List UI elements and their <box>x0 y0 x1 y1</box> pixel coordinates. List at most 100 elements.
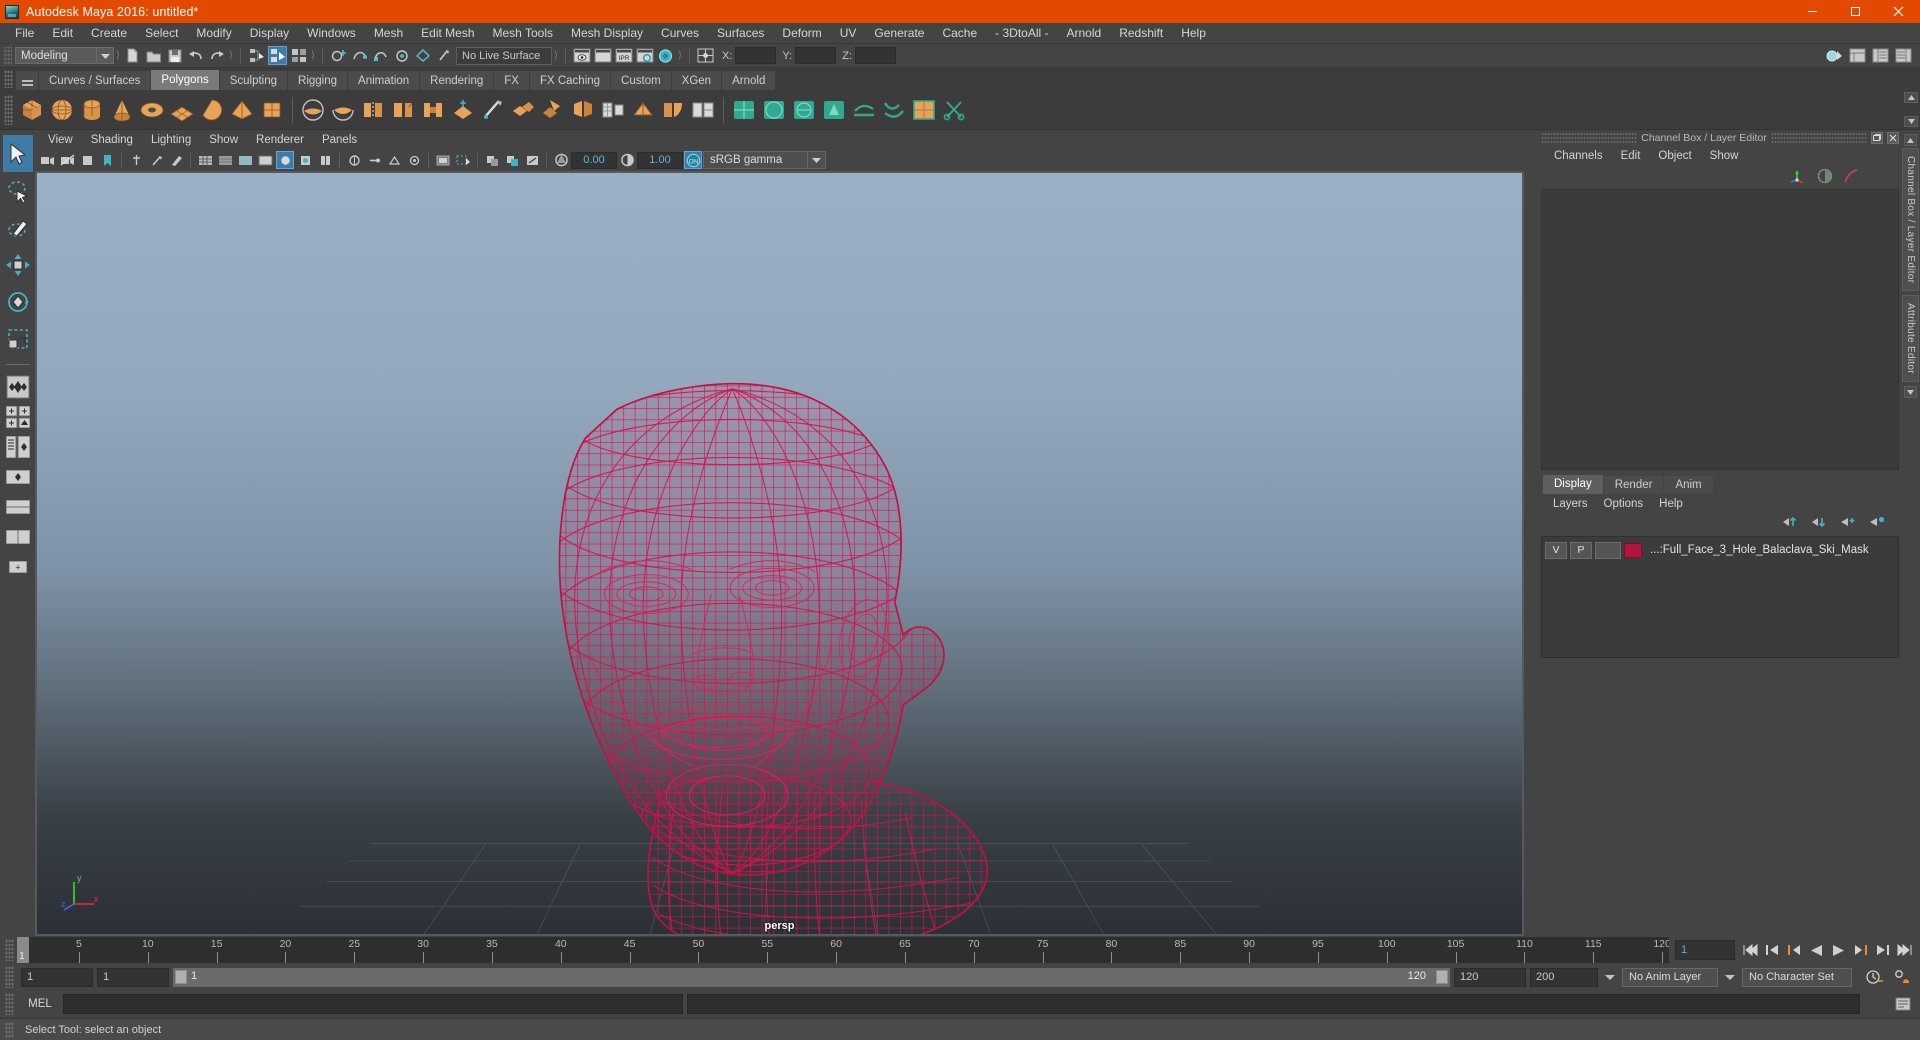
uv-layout-icon[interactable] <box>879 94 909 126</box>
poly-pyramid-icon[interactable] <box>227 94 257 126</box>
show-modeling-toolkit-icon[interactable] <box>1825 46 1844 65</box>
poly-append-icon[interactable] <box>448 94 478 126</box>
shelf-tab-arnold[interactable]: Arnold <box>722 71 775 90</box>
color-management-select[interactable]: sRGB gamma <box>703 151 808 169</box>
select-camera-icon[interactable] <box>38 151 56 169</box>
command-line-grip[interactable] <box>5 993 14 1015</box>
3d-viewport[interactable]: y x z persp <box>35 171 1524 936</box>
menu-help[interactable]: Help <box>1172 24 1215 43</box>
tab-display-layers[interactable]: Display <box>1543 475 1603 494</box>
poly-mirror-icon[interactable] <box>568 94 598 126</box>
tab-render-layers[interactable]: Render <box>1604 476 1664 494</box>
poly-torus-icon[interactable] <box>137 94 167 126</box>
panel-close-icon[interactable] <box>1887 132 1899 144</box>
snap-to-projected-center-icon[interactable] <box>392 46 411 65</box>
poly-cube-icon[interactable] <box>17 94 47 126</box>
gamma-icon[interactable] <box>618 151 636 169</box>
character-set-select[interactable]: No Character Set <box>1742 968 1852 987</box>
shelf-tab-fx[interactable]: FX <box>494 71 529 90</box>
layer-options-menu[interactable]: Options <box>1596 497 1652 511</box>
layout-hypergraph-icon[interactable] <box>3 492 33 522</box>
layout-outliner-persp-icon[interactable] <box>3 432 33 462</box>
layers-menu[interactable]: Layers <box>1545 497 1596 511</box>
range-start-input[interactable]: 1 <box>97 968 169 987</box>
redo-icon[interactable] <box>207 46 226 65</box>
layout-more-icon[interactable]: + <box>3 552 33 582</box>
range-bar-left-handle[interactable] <box>175 970 187 984</box>
layout-persp-only-icon[interactable] <box>3 462 33 492</box>
dock-tab-channel-box[interactable]: Channel Box / Layer Editor <box>1902 148 1919 291</box>
character-set-chevron-down-icon[interactable] <box>1722 968 1738 987</box>
gamma-reset-icon[interactable] <box>503 151 521 169</box>
menu-mesh-display[interactable]: Mesh Display <box>562 24 652 43</box>
play-backwards-icon[interactable] <box>1807 940 1826 960</box>
select-tool-icon[interactable] <box>3 135 33 172</box>
layer-help-menu[interactable]: Help <box>1651 497 1691 511</box>
menu-cache[interactable]: Cache <box>933 24 986 43</box>
multisample-aa-icon[interactable] <box>385 151 403 169</box>
maximize-button[interactable] <box>1834 0 1877 23</box>
move-layer-up-icon[interactable] <box>1782 515 1798 533</box>
menu-curves[interactable]: Curves <box>652 24 708 43</box>
use-default-lighting-icon[interactable] <box>276 151 294 169</box>
shelf-tab-rigging[interactable]: Rigging <box>288 71 347 90</box>
layout-four-view-icon[interactable] <box>3 402 33 432</box>
dock-scroll-up-icon[interactable] <box>1904 134 1917 146</box>
menu-generate[interactable]: Generate <box>865 24 933 43</box>
close-button[interactable] <box>1877 0 1920 23</box>
menu-mesh-tools[interactable]: Mesh Tools <box>484 24 562 43</box>
range-end-input[interactable]: 120 <box>1454 968 1526 987</box>
make-live-icon[interactable] <box>434 46 453 65</box>
grey-sphere-icon[interactable] <box>1817 168 1833 189</box>
menu-redshift[interactable]: Redshift <box>1110 24 1172 43</box>
channel-edit-menu[interactable]: Edit <box>1612 149 1650 163</box>
go-to-start-icon[interactable] <box>1741 940 1760 960</box>
snap-to-curve-icon[interactable] <box>350 46 369 65</box>
range-slider-grip[interactable] <box>5 966 14 988</box>
uv-planar-icon[interactable] <box>729 94 759 126</box>
minimize-button[interactable] <box>1791 0 1834 23</box>
snap-to-view-plane-icon[interactable] <box>413 46 432 65</box>
layout-graph-editor-icon[interactable] <box>3 522 33 552</box>
two-d-pan-zoom-icon[interactable] <box>147 151 165 169</box>
menu-select[interactable]: Select <box>136 24 187 43</box>
poly-sphere-icon[interactable] <box>47 94 77 126</box>
hypershade-icon[interactable] <box>656 46 675 65</box>
shelf-scroll-up-icon[interactable] <box>1904 92 1918 103</box>
command-language-label[interactable]: MEL <box>21 998 59 1010</box>
uv-automatic-icon[interactable] <box>819 94 849 126</box>
go-to-end-icon[interactable] <box>1895 940 1914 960</box>
viewport-menu-shading[interactable]: Shading <box>82 133 142 147</box>
menu-3dtoall[interactable]: - 3DtoAll - <box>986 24 1057 43</box>
step-back-key-icon[interactable] <box>1763 940 1782 960</box>
create-layer-from-selected-icon[interactable] <box>1840 515 1856 533</box>
new-scene-icon[interactable] <box>123 46 142 65</box>
shelf-tab-xgen[interactable]: XGen <box>672 71 721 90</box>
lasso-tool-icon[interactable] <box>3 172 33 209</box>
shelf-tab-fx-caching[interactable]: FX Caching <box>530 71 610 90</box>
layer-row[interactable]: V P ...:Full_Face_3_Hole_Balaclava_Ski_M… <box>1545 541 1895 560</box>
menu-edit[interactable]: Edit <box>43 24 82 43</box>
render-settings-icon[interactable] <box>635 46 654 65</box>
play-forwards-icon[interactable] <box>1829 940 1848 960</box>
channel-box-field-area[interactable] <box>1541 189 1899 470</box>
range-bar-right-handle[interactable] <box>1436 970 1448 984</box>
menu-windows[interactable]: Windows <box>298 24 365 43</box>
current-frame-input[interactable]: 1 <box>1675 940 1735 960</box>
channel-object-menu[interactable]: Object <box>1649 149 1700 163</box>
uv-cut-icon[interactable] <box>939 94 969 126</box>
gamma-input[interactable]: 1.00 <box>637 152 683 169</box>
layer-display-type-toggle[interactable] <box>1595 542 1621 559</box>
poly-reduce-icon[interactable] <box>598 94 628 126</box>
dock-tab-attribute-editor[interactable]: Attribute Editor <box>1902 295 1919 382</box>
shelf-tab-custom[interactable]: Custom <box>611 71 671 90</box>
uv-editor-icon[interactable] <box>909 94 939 126</box>
time-slider-track[interactable]: 1 51015202530354045505560657075808590951… <box>17 937 1669 963</box>
help-line-grip[interactable] <box>5 1022 14 1038</box>
scale-tool-icon[interactable] <box>3 320 33 357</box>
script-editor-icon[interactable] <box>1892 994 1914 1014</box>
select-by-object-type-icon[interactable] <box>268 46 287 65</box>
redo-render-icon[interactable] <box>593 46 612 65</box>
time-cursor[interactable]: 1 <box>17 937 29 963</box>
open-scene-icon[interactable] <box>144 46 163 65</box>
